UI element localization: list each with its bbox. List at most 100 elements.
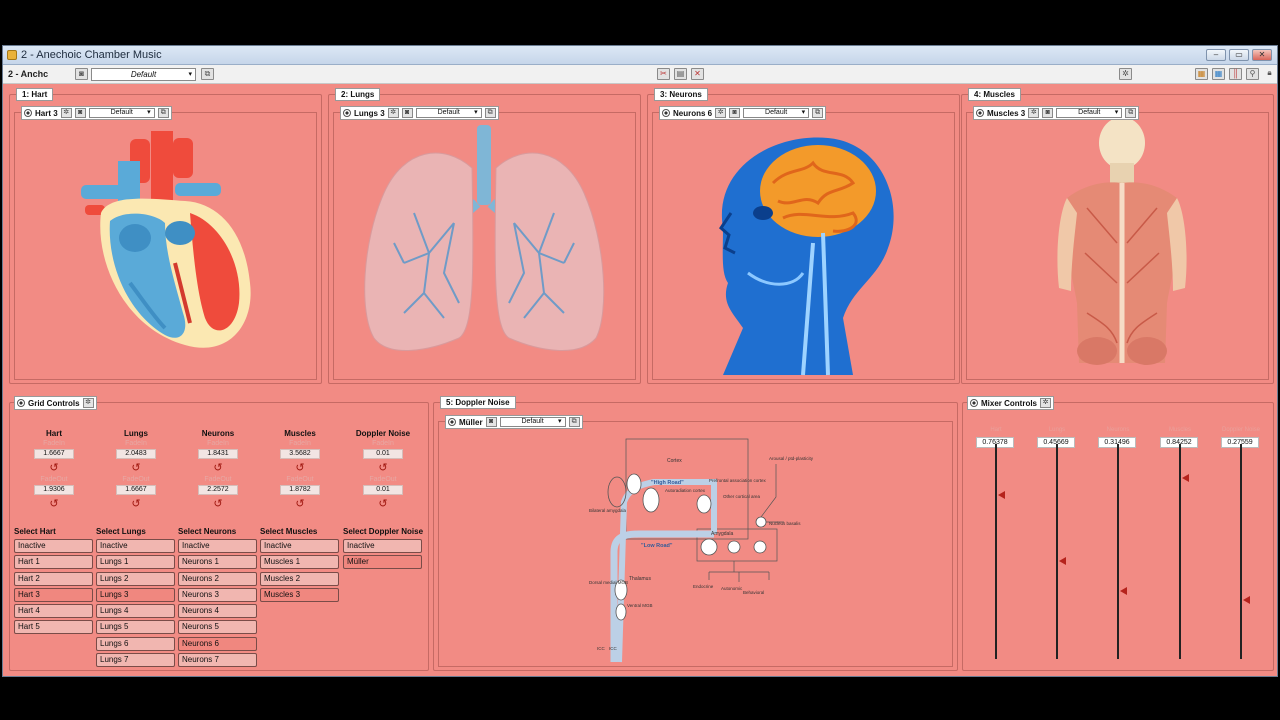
list-item[interactable]: Hart 5 xyxy=(14,620,93,635)
radio-icon[interactable] xyxy=(343,109,351,117)
copy-icon[interactable]: ⧉ xyxy=(568,417,580,427)
gear-icon[interactable]: ✲ xyxy=(1028,108,1040,118)
mixer-slider-thumb[interactable] xyxy=(1059,556,1066,565)
neurons-preset-select[interactable]: Default ▾ xyxy=(743,108,810,118)
fade-in-value[interactable]: 1.6667 xyxy=(34,449,74,459)
mixer-icon[interactable]: ║ xyxy=(1229,68,1242,80)
fade-out-knob-icon[interactable]: ↺ xyxy=(343,497,423,511)
fade-in-knob-icon[interactable]: ↺ xyxy=(260,461,340,475)
list-item[interactable]: Hart 1 xyxy=(14,555,93,570)
panel-tab-neurons[interactable]: 3: Neurons xyxy=(654,88,708,101)
fade-in-knob-icon[interactable]: ↺ xyxy=(178,461,258,475)
radio-icon[interactable] xyxy=(24,109,32,117)
fade-out-value[interactable]: 0.01 xyxy=(363,485,403,495)
mixer-slider-track[interactable] xyxy=(1240,444,1242,659)
fade-in-knob-icon[interactable]: ↺ xyxy=(343,461,423,475)
list-item[interactable]: Neurons 5 xyxy=(178,620,257,635)
list-item[interactable]: Neurons 4 xyxy=(178,604,257,619)
list-item[interactable]: Inactive xyxy=(14,539,93,553)
fade-out-knob-icon[interactable]: ↺ xyxy=(260,497,340,511)
mixer-slider-track[interactable] xyxy=(1179,444,1181,659)
list-item[interactable]: Hart 4 xyxy=(14,604,93,619)
list-item[interactable]: Neurons 3 xyxy=(178,587,257,602)
list-item[interactable]: Lungs 4 xyxy=(96,604,175,619)
panel-tab-doppler[interactable]: 5: Doppler Noise xyxy=(440,396,516,409)
list-item[interactable]: Lungs 5 xyxy=(96,620,175,635)
cut-icon[interactable]: ✂ xyxy=(657,68,670,80)
gear-icon[interactable]: ✲ xyxy=(387,108,399,118)
list-item[interactable]: Muscles 1 xyxy=(260,555,339,570)
list-item[interactable]: Muscles 3 xyxy=(260,587,339,602)
settings-gear-icon[interactable]: ✲ xyxy=(1119,68,1132,80)
radio-icon[interactable] xyxy=(970,399,978,407)
grid-icon[interactable]: ▦ xyxy=(1212,68,1225,80)
lungs-preset-select[interactable]: Default ▾ xyxy=(415,108,482,118)
fade-out-value[interactable]: 1.8782 xyxy=(280,485,320,495)
preset-select[interactable]: Default ▾ xyxy=(91,68,196,81)
list-item[interactable]: Hart 2 xyxy=(14,571,93,586)
fade-out-knob-icon[interactable]: ↺ xyxy=(96,497,176,511)
fade-in-value[interactable]: 3.5682 xyxy=(280,449,320,459)
list-item[interactable]: Lungs 2 xyxy=(96,571,175,586)
camera-icon[interactable]: ◙ xyxy=(729,108,741,118)
list-item[interactable]: Neurons 6 xyxy=(178,636,257,651)
copy-icon[interactable]: ⧉ xyxy=(201,68,214,80)
list-item[interactable]: Lungs 3 xyxy=(96,587,175,602)
mixer-slider-thumb[interactable] xyxy=(1182,473,1189,482)
gear-icon[interactable]: ✲ xyxy=(715,108,727,118)
copy-icon[interactable]: ⧉ xyxy=(812,108,824,118)
delete-icon[interactable]: ✕ xyxy=(691,68,704,80)
fade-in-value[interactable]: 2.0483 xyxy=(116,449,156,459)
list-item[interactable]: Hart 3 xyxy=(14,587,93,602)
fade-out-value[interactable]: 1.9306 xyxy=(34,485,74,495)
radio-icon[interactable] xyxy=(17,399,25,407)
doppler-preset-select[interactable]: Default ▾ xyxy=(499,417,566,427)
panel-tab-hart[interactable]: 1: Hart xyxy=(16,88,54,101)
muscles-preset-select[interactable]: Default ▾ xyxy=(1056,108,1123,118)
layout-icon[interactable]: ▦ xyxy=(1195,68,1208,80)
gear-icon[interactable]: ✲ xyxy=(82,398,94,408)
fade-out-knob-icon[interactable]: ↺ xyxy=(178,497,258,511)
list-item[interactable]: Müller xyxy=(343,555,422,570)
fade-in-value[interactable]: 1.8431 xyxy=(198,449,238,459)
camera-icon[interactable]: ◙ xyxy=(1042,108,1054,118)
copy-icon[interactable]: ⧉ xyxy=(484,108,496,118)
mixer-slider-thumb[interactable] xyxy=(1120,587,1127,596)
paste-icon[interactable]: ▤ xyxy=(674,68,687,80)
list-item[interactable]: Inactive xyxy=(260,539,339,553)
panel-tab-lungs[interactable]: 2: Lungs xyxy=(335,88,381,101)
fade-out-value[interactable]: 2.2572 xyxy=(198,485,238,495)
fade-in-value[interactable]: 0.01 xyxy=(363,449,403,459)
fade-out-knob-icon[interactable]: ↺ xyxy=(14,497,94,511)
camera-icon[interactable]: ◙ xyxy=(401,108,413,118)
copy-icon[interactable]: ⧉ xyxy=(157,108,169,118)
gear-icon[interactable]: ✲ xyxy=(1040,398,1052,408)
network-icon[interactable]: ⚲ xyxy=(1246,68,1259,80)
camera-icon[interactable]: ◙ xyxy=(75,68,88,80)
camera-icon[interactable]: ◙ xyxy=(74,108,86,118)
radio-icon[interactable] xyxy=(662,109,670,117)
mixer-slider-track[interactable] xyxy=(1117,444,1119,659)
hart-preset-select[interactable]: Default ▾ xyxy=(88,108,155,118)
list-item[interactable]: Neurons 1 xyxy=(178,555,257,570)
mixer-slider-thumb[interactable] xyxy=(998,490,1005,499)
close-button[interactable]: ✕ xyxy=(1252,49,1272,61)
list-item[interactable]: Inactive xyxy=(178,539,257,553)
list-item[interactable]: Muscles 2 xyxy=(260,571,339,586)
camera-icon[interactable]: ◙ xyxy=(485,417,497,427)
radio-icon[interactable] xyxy=(976,109,984,117)
list-item[interactable]: Neurons 7 xyxy=(178,653,257,668)
list-item[interactable]: Neurons 2 xyxy=(178,571,257,586)
list-item[interactable]: Lungs 6 xyxy=(96,636,175,651)
radio-icon[interactable] xyxy=(448,418,456,426)
panel-tab-muscles[interactable]: 4: Muscles xyxy=(968,88,1021,101)
minimize-button[interactable]: – xyxy=(1206,49,1226,61)
mixer-slider-thumb[interactable] xyxy=(1243,595,1250,604)
list-item[interactable]: Inactive xyxy=(343,539,422,553)
maximize-button[interactable]: ▭ xyxy=(1229,49,1249,61)
fade-out-value[interactable]: 1.6667 xyxy=(116,485,156,495)
fade-in-knob-icon[interactable]: ↺ xyxy=(96,461,176,475)
mixer-slider-track[interactable] xyxy=(1056,444,1058,659)
fade-in-knob-icon[interactable]: ↺ xyxy=(14,461,94,475)
list-item[interactable]: Lungs 1 xyxy=(96,555,175,570)
